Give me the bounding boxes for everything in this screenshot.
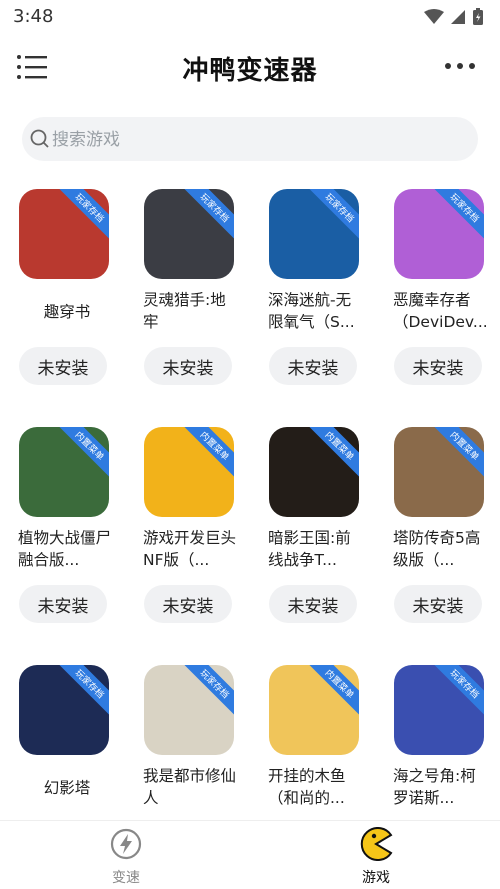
wifi-icon bbox=[424, 9, 444, 24]
game-name: 塔防传奇5高级版（... bbox=[393, 529, 481, 569]
game-icon[interactable]: 内置菜单 bbox=[269, 427, 359, 517]
game-name: 海之号角:柯罗诺斯... bbox=[393, 767, 476, 807]
badge: 玩家存档 bbox=[181, 665, 234, 718]
game-name: 暗影王国:前线战争T... bbox=[268, 529, 351, 569]
clock: 3:48 bbox=[13, 6, 54, 27]
install-button[interactable]: 未安装 bbox=[269, 585, 357, 623]
badge: 玩家存档 bbox=[56, 665, 109, 718]
signal-icon bbox=[451, 10, 465, 24]
battery-icon bbox=[473, 8, 483, 25]
install-button[interactable]: 未安装 bbox=[394, 585, 482, 623]
lightning-icon bbox=[110, 828, 142, 860]
badge: 玩家存档 bbox=[431, 189, 484, 242]
tab-games[interactable]: 游戏 bbox=[336, 827, 416, 887]
badge: 内置菜单 bbox=[431, 427, 484, 480]
game-icon[interactable]: 玩家存档 bbox=[144, 665, 234, 755]
game-icon[interactable]: 玩家存档 bbox=[144, 189, 234, 279]
status-bar: 3:48 bbox=[0, 0, 500, 34]
install-button[interactable]: 未安装 bbox=[19, 585, 107, 623]
tab-speed-label: 变速 bbox=[112, 870, 140, 886]
badge: 内置菜单 bbox=[306, 665, 359, 718]
badge: 内置菜单 bbox=[181, 427, 234, 480]
game-icon[interactable]: 玩家存档 bbox=[394, 665, 484, 755]
game-icon[interactable]: 玩家存档 bbox=[269, 189, 359, 279]
game-icon[interactable]: 玩家存档 bbox=[394, 189, 484, 279]
pacman-icon bbox=[360, 827, 393, 861]
game-name: 幻影塔 bbox=[43, 779, 91, 797]
game-icon[interactable]: 内置菜单 bbox=[19, 427, 109, 517]
install-button[interactable]: 未安装 bbox=[269, 347, 357, 385]
game-name: 我是都市修仙人 bbox=[143, 767, 237, 807]
game-icon[interactable]: 玩家存档 bbox=[19, 189, 109, 279]
status-icons bbox=[424, 8, 484, 26]
tab-speed[interactable]: 变速 bbox=[86, 827, 166, 887]
search-bar[interactable] bbox=[22, 117, 478, 163]
game-icon[interactable]: 玩家存档 bbox=[19, 665, 109, 755]
game-name: 趣穿书 bbox=[43, 303, 91, 321]
search-icon bbox=[30, 129, 49, 148]
game-name: 深海迷航-无限氧气（S... bbox=[268, 291, 355, 331]
badge: 内置菜单 bbox=[56, 427, 109, 480]
tab-games-label: 游戏 bbox=[362, 870, 390, 886]
install-button[interactable]: 未安装 bbox=[144, 585, 232, 623]
badge: 玩家存档 bbox=[56, 189, 109, 242]
game-name: 游戏开发巨头NF版（... bbox=[143, 529, 237, 569]
more-icon[interactable] bbox=[444, 54, 476, 78]
badge: 玩家存档 bbox=[306, 189, 359, 242]
game-name: 灵魂猎手:地牢 bbox=[143, 291, 226, 331]
badge: 内置菜单 bbox=[306, 427, 359, 480]
search-input[interactable] bbox=[50, 117, 454, 163]
game-name: 恶魔幸存者（DeviDev... bbox=[393, 291, 488, 331]
bottom-tab-bar: 变速 游戏 bbox=[0, 820, 500, 889]
install-button[interactable]: 未安装 bbox=[19, 347, 107, 385]
game-icon[interactable]: 内置菜单 bbox=[269, 665, 359, 755]
app-bar: 冲鸭变速器 bbox=[0, 40, 500, 96]
game-icon[interactable]: 内置菜单 bbox=[144, 427, 234, 517]
badge: 玩家存档 bbox=[431, 665, 484, 718]
game-name: 植物大战僵尸融合版... bbox=[18, 529, 112, 569]
badge: 玩家存档 bbox=[181, 189, 234, 242]
game-name: 开挂的木鱼（和尚的... bbox=[268, 767, 346, 807]
install-button[interactable]: 未安装 bbox=[394, 347, 482, 385]
page-title: 冲鸭变速器 bbox=[182, 56, 318, 86]
install-button[interactable]: 未安装 bbox=[144, 347, 232, 385]
game-icon[interactable]: 内置菜单 bbox=[394, 427, 484, 517]
